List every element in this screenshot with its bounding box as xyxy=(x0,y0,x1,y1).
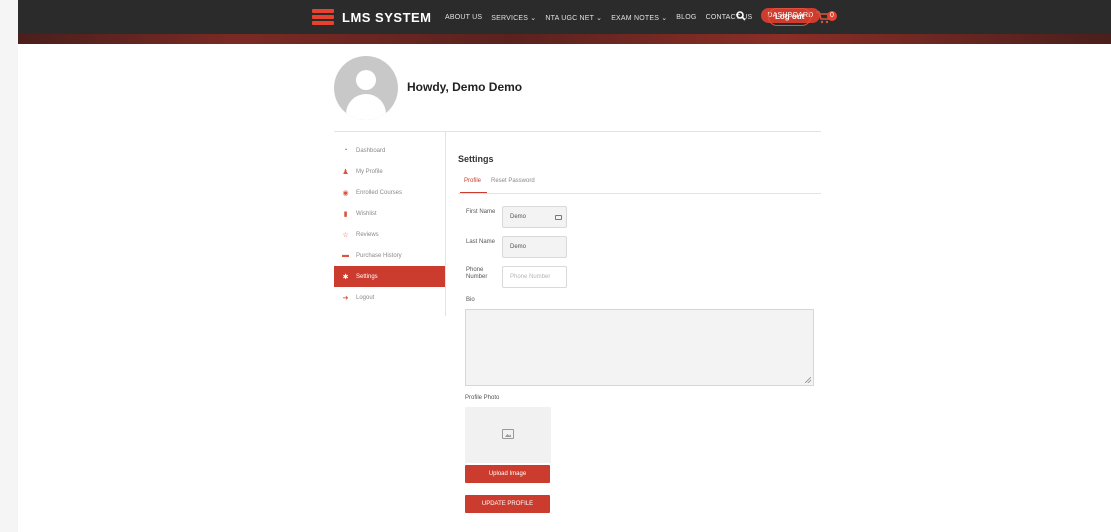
sidebar-divider xyxy=(445,131,446,316)
sidebar-item-label: Reviews xyxy=(356,231,379,238)
phone-label: Phone Number xyxy=(466,267,488,280)
search-icon[interactable] xyxy=(736,11,746,21)
sidebar-item-label: Logout xyxy=(356,294,375,301)
nav-exam-notes[interactable]: EXAM NOTES ⌄ xyxy=(611,14,667,22)
tab-reset-password[interactable]: Reset Password xyxy=(491,178,535,184)
sidebar-item-label: My Profile xyxy=(356,168,383,175)
logout-button[interactable]: Log out xyxy=(768,8,812,26)
page: LMS SYSTEM ABOUT US SERVICES ⌄ NTA UGC N… xyxy=(0,0,1111,532)
star-icon: ☆ xyxy=(342,231,349,239)
sidebar-item-settings[interactable]: ✱ Settings xyxy=(334,266,445,287)
nav-about-us[interactable]: ABOUT US xyxy=(445,14,482,21)
update-profile-button[interactable]: UPDATE PROFILE xyxy=(465,495,550,513)
cart-icon: ▬ xyxy=(342,252,349,259)
sidebar-item-wishlist[interactable]: ▮ Wishlist xyxy=(334,203,445,224)
first-name-field[interactable]: Demo xyxy=(502,206,567,228)
user-icon: ♟ xyxy=(342,168,349,176)
profile-photo-preview xyxy=(465,407,551,463)
resize-handle-icon[interactable] xyxy=(805,377,811,383)
nav-services[interactable]: SERVICES ⌄ xyxy=(491,14,536,22)
sidebar-item-reviews[interactable]: ☆ Reviews xyxy=(334,224,445,245)
avatar xyxy=(334,56,398,120)
brand-name: LMS SYSTEM xyxy=(342,9,432,25)
tab-profile[interactable]: Profile xyxy=(464,178,481,184)
last-name-value: Demo xyxy=(510,244,527,250)
phone-field[interactable]: Phone Number xyxy=(502,266,567,288)
sidebar-item-label: Wishlist xyxy=(356,210,377,217)
sidebar-item-dashboard[interactable]: ◔ Dashboard xyxy=(334,140,445,161)
sidebar-item-label: Settings xyxy=(356,273,378,280)
dashboard-icon: ◔ xyxy=(343,147,348,154)
active-tab-indicator xyxy=(460,192,487,193)
page-title: Settings xyxy=(458,154,494,164)
logout-icon: ➜ xyxy=(342,294,349,302)
last-name-field[interactable]: Demo xyxy=(502,236,567,258)
nav-blog[interactable]: BLOG xyxy=(676,14,696,21)
divider xyxy=(334,131,821,132)
logo-icon xyxy=(312,8,334,26)
sidebar-item-label: Purchase History xyxy=(356,252,402,259)
settings-tabs: Profile Reset Password xyxy=(458,178,821,194)
first-name-value: Demo xyxy=(510,214,527,220)
sidebar-item-label: Dashboard xyxy=(356,147,386,154)
nav-nta-ugc-net[interactable]: NTA UGC NET ⌄ xyxy=(545,14,602,22)
header-banner xyxy=(18,34,1111,44)
profile-photo-label: Profile Photo xyxy=(465,395,500,401)
graduation-cap-icon: ◉ xyxy=(342,189,349,197)
cart-count-badge: 0 xyxy=(827,11,837,21)
bookmark-icon: ▮ xyxy=(343,210,348,218)
gear-icon: ✱ xyxy=(342,273,349,281)
sidebar-item-label: Enrolled Courses xyxy=(356,189,403,196)
last-name-label: Last Name xyxy=(466,239,496,245)
bio-textarea[interactable] xyxy=(465,309,814,386)
bio-label: Bio xyxy=(466,297,475,303)
contact-card-icon xyxy=(555,215,562,220)
first-name-label: First Name xyxy=(466,209,496,215)
sidebar-item-my-profile[interactable]: ♟ My Profile xyxy=(334,161,445,182)
greeting: Howdy, Demo Demo xyxy=(407,80,523,94)
phone-placeholder: Phone Number xyxy=(510,274,551,280)
sidebar-item-purchase-history[interactable]: ▬ Purchase History xyxy=(334,245,445,266)
site-logo[interactable]: LMS SYSTEM xyxy=(312,8,432,26)
sidebar-item-enrolled-courses[interactable]: ◉ Enrolled Courses xyxy=(334,182,445,203)
dashboard-sidebar: ◔ Dashboard ♟ My Profile ◉ Enrolled Cour… xyxy=(334,140,445,308)
upload-image-button[interactable]: Upload Image xyxy=(465,465,550,483)
sidebar-item-logout[interactable]: ➜ Logout xyxy=(334,287,445,308)
image-placeholder-icon xyxy=(502,429,514,439)
